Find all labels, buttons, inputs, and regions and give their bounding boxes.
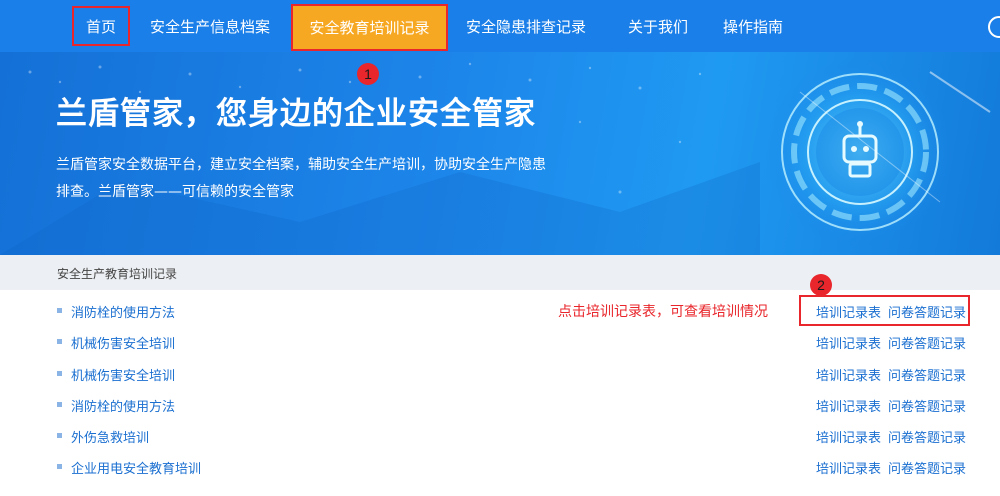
list-item: 企业用电安全教育培训 培训记录表 问卷答题记录: [40, 452, 1000, 483]
section-title: 安全生产教育培训记录: [57, 267, 178, 281]
list-item: 消防栓的使用方法 点击培训记录表，可查看培训情况 培训记录表 问卷答题记录: [40, 295, 1000, 327]
hero-banner: 兰盾管家，您身边的企业安全管家 兰盾管家安全数据平台，建立安全档案，辅助安全生产…: [0, 52, 1000, 255]
banner-title: 兰盾管家，您身边的企业安全管家: [56, 96, 536, 132]
record-title[interactable]: 机械伤害安全培训: [71, 333, 175, 352]
bullet-icon: [57, 308, 62, 313]
bullet-icon: [57, 371, 62, 376]
record-title[interactable]: 机械伤害安全培训: [71, 365, 175, 384]
quiz-record-link[interactable]: 问卷答题记录: [888, 365, 966, 384]
record-title[interactable]: 外伤急救培训: [71, 427, 149, 446]
list-item: 机械伤害安全培训 培训记录表 问卷答题记录: [40, 359, 1000, 390]
record-title[interactable]: 消防栓的使用方法: [71, 396, 175, 415]
training-record-link[interactable]: 培训记录表: [816, 427, 881, 446]
training-record-list: 消防栓的使用方法 点击培训记录表，可查看培训情况 培训记录表 问卷答题记录 机械…: [40, 290, 1000, 496]
record-title[interactable]: 消防栓的使用方法: [71, 302, 175, 321]
bullet-icon: [57, 464, 62, 469]
list-item: 消防栓的使用方法 培训记录表 问卷答题记录: [40, 390, 1000, 421]
training-record-link[interactable]: 培训记录表: [816, 365, 881, 384]
quiz-record-link[interactable]: 问卷答题记录: [888, 458, 966, 477]
banner-description: 兰盾管家安全数据平台，建立安全档案，辅助安全生产培训，协助安全生产隐患排查。兰盾…: [56, 157, 546, 200]
nav-safety-archive[interactable]: 安全生产信息档案: [150, 0, 270, 52]
callout-1: 1: [357, 63, 379, 85]
bullet-icon: [57, 402, 62, 407]
nav-home[interactable]: 首页: [72, 6, 131, 46]
quiz-record-link[interactable]: 问卷答题记录: [888, 427, 966, 446]
list-item: 机械伤害安全培训 培训记录表 问卷答题记录: [40, 327, 1000, 358]
robot-icon: [765, 57, 991, 247]
training-record-link[interactable]: 培训记录表: [816, 333, 881, 352]
nav-training-records[interactable]: 安全教育培训记录: [291, 4, 448, 51]
nav-hazard-records[interactable]: 安全隐患排查记录: [466, 0, 586, 52]
annotation-hint: 点击培训记录表，可查看培训情况: [558, 304, 768, 320]
quiz-record-link[interactable]: 问卷答题记录: [888, 396, 966, 415]
top-nav: 首页 安全生产信息档案 安全教育培训记录 安全隐患排查记录 关于我们 操作指南: [0, 0, 1000, 52]
bullet-icon: [57, 433, 62, 438]
quiz-record-link[interactable]: 问卷答题记录: [888, 302, 966, 321]
section-header: 安全生产教育培训记录: [0, 255, 1000, 290]
record-title[interactable]: 企业用电安全教育培训: [71, 458, 201, 477]
nav-guide[interactable]: 操作指南: [723, 0, 783, 52]
training-record-link[interactable]: 培训记录表: [816, 458, 881, 477]
list-item: 外伤急救培训 培训记录表 问卷答题记录: [40, 421, 1000, 452]
nav-about-us[interactable]: 关于我们: [628, 0, 688, 52]
quiz-record-link[interactable]: 问卷答题记录: [888, 333, 966, 352]
user-icon[interactable]: [988, 16, 1000, 38]
training-record-link[interactable]: 培训记录表: [816, 302, 881, 321]
training-record-link[interactable]: 培训记录表: [816, 396, 881, 415]
bullet-icon: [57, 339, 62, 344]
